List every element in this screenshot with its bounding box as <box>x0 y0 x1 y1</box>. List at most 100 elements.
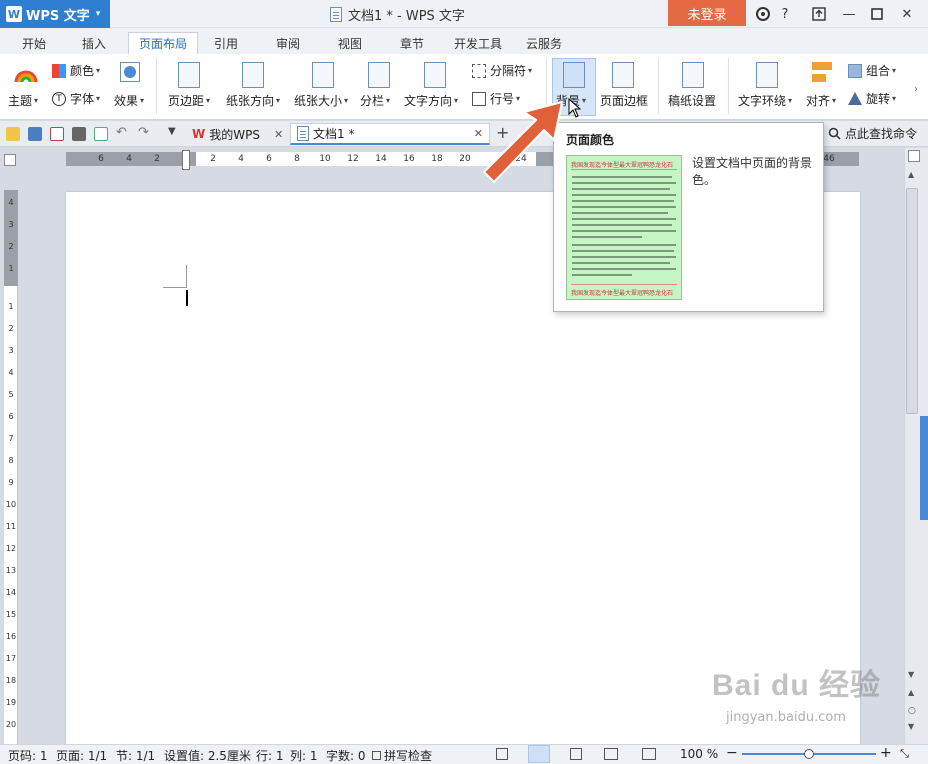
tab-view[interactable]: 视图 <box>328 32 372 54</box>
scroll-down-icon[interactable]: ▼ <box>908 670 914 679</box>
save-icon[interactable] <box>28 127 42 141</box>
qab-dropdown-icon[interactable]: ▼ <box>168 126 176 137</box>
align-button[interactable]: 对齐 ▾ <box>806 92 836 109</box>
tab-page-layout[interactable]: 页面布局 <box>128 32 199 54</box>
tab-stop-selector[interactable] <box>4 154 16 166</box>
close-button[interactable]: ✕ <box>896 3 918 25</box>
page-view-icon[interactable] <box>528 745 550 763</box>
text-wrap-button[interactable]: 文字环绕 ▾ <box>738 92 792 109</box>
ruler-tick: 20 <box>459 154 471 164</box>
fit-window-icon[interactable]: ⤡ <box>900 747 909 761</box>
group-button[interactable]: 组合 ▾ <box>848 62 896 79</box>
maximize-icon[interactable] <box>866 3 888 25</box>
spell-check-label: 拼写检查 <box>384 749 433 763</box>
ruler-tick: 16 <box>403 154 415 164</box>
upload-icon[interactable] <box>808 3 830 25</box>
font-button[interactable]: T 字体 ▾ <box>52 90 100 107</box>
document-icon <box>297 126 309 141</box>
tab-home[interactable]: 开始 <box>12 32 56 54</box>
ruler-tick: 18 <box>431 154 443 164</box>
status-bar: 页码: 1 页面: 1/1 节: 1/1 设置值: 2.5厘米 行: 1 列: … <box>0 744 928 764</box>
indent-marker[interactable] <box>182 150 190 170</box>
zoom-out-icon[interactable]: − <box>726 745 738 761</box>
theme-button[interactable]: 主题 ▾ <box>8 92 38 109</box>
orientation-button[interactable]: 纸张方向 ▾ <box>226 92 280 109</box>
status-words[interactable]: 字数: 0 <box>326 747 366 764</box>
scroll-up-icon[interactable]: ▲ <box>908 170 914 179</box>
tab-cloud[interactable]: 云服务 <box>516 32 572 54</box>
scrollbar-thumb[interactable] <box>906 188 918 414</box>
close-tab-icon[interactable]: ✕ <box>274 128 283 141</box>
status-col: 列: 1 <box>290 749 318 763</box>
orientation-label: 纸张方向 <box>226 94 275 108</box>
fullscreen-icon[interactable] <box>496 748 508 760</box>
ruler-tick: 12 <box>347 154 359 164</box>
text-wrap-label: 文字环绕 <box>738 94 787 108</box>
page-break-icon <box>472 63 486 78</box>
side-panel-toggle[interactable] <box>920 416 928 520</box>
browse-object-icon[interactable]: ○ <box>908 706 916 716</box>
separator-button[interactable]: 分隔符 ▾ <box>472 62 532 79</box>
group-label: 组合 <box>866 64 891 78</box>
text-direction-button[interactable]: 文字方向 ▾ <box>404 92 458 109</box>
checkbox-icon <box>372 751 381 760</box>
columns-button[interactable]: 分栏 ▾ <box>360 92 390 109</box>
margin-corner-mark <box>163 287 187 288</box>
ruler-tick: 4 <box>8 198 14 207</box>
print-preview-icon[interactable] <box>94 127 108 141</box>
reading-view-icon[interactable] <box>642 748 656 760</box>
ribbon-tabs: 开始 插入 页面布局 引用 审阅 视图 章节 开发工具 云服务 <box>0 28 928 54</box>
web-view-icon[interactable] <box>604 748 618 760</box>
status-row: 行: 1 <box>256 749 284 763</box>
zoom-in-icon[interactable]: + <box>880 745 892 761</box>
outline-view-icon[interactable] <box>570 748 582 760</box>
zoom-slider-handle[interactable] <box>804 749 814 759</box>
margins-button[interactable]: 页边距 ▾ <box>168 92 210 109</box>
paper-settings-button[interactable]: 稿纸设置 <box>668 92 716 109</box>
tab-chapter[interactable]: 章节 <box>390 32 434 54</box>
minimize-button[interactable]: — <box>838 3 860 25</box>
ruler-tick: 8 <box>294 154 300 164</box>
tab-review[interactable]: 审阅 <box>266 32 310 54</box>
login-button[interactable]: 未登录 <box>668 0 746 26</box>
text-wrap-icon <box>756 62 778 88</box>
skin-icon[interactable] <box>752 3 774 25</box>
redo-icon[interactable]: ↷ <box>138 125 149 140</box>
ribbon-scroll-right-icon[interactable]: › <box>914 84 918 95</box>
zoom-slider[interactable] <box>742 749 876 759</box>
align-label: 对齐 <box>806 94 831 108</box>
font-label: 字体 <box>70 92 95 106</box>
ruler-tick: 17 <box>5 654 17 663</box>
doc-tab-mywps[interactable]: W 我的WPS ✕ <box>186 123 289 145</box>
next-page-icon[interactable]: ▼ <box>908 722 914 731</box>
command-search[interactable]: 点此查找命令 <box>828 125 917 142</box>
previous-page-icon[interactable]: ▲ <box>908 688 914 697</box>
view-toggle-icon[interactable] <box>908 150 920 162</box>
page-border-button[interactable]: 页面边框 <box>600 92 648 109</box>
font-icon: T <box>52 91 66 106</box>
export-pdf-icon[interactable] <box>50 127 64 141</box>
tab-developer[interactable]: 开发工具 <box>444 32 512 54</box>
tab-references[interactable]: 引用 <box>204 32 248 54</box>
ruler-tick: 2 <box>8 242 14 251</box>
paper-size-button[interactable]: 纸张大小 ▾ <box>294 92 348 109</box>
ruler-tick: 18 <box>5 676 17 685</box>
ruler-tick: 13 <box>5 566 17 575</box>
color-button[interactable]: 颜色 ▾ <box>52 62 100 79</box>
app-menu-button[interactable]: W WPS 文字 ▾ <box>0 0 110 28</box>
open-folder-icon[interactable] <box>6 127 20 141</box>
doc-tab-doc1[interactable]: 文档1 * ✕ <box>290 123 490 145</box>
separator-label: 分隔符 <box>490 64 527 78</box>
tab-insert[interactable]: 插入 <box>72 32 116 54</box>
rotate-button[interactable]: 旋转 ▾ <box>848 90 896 107</box>
theme-label: 主题 <box>8 94 33 108</box>
effect-button[interactable]: 效果 ▾ <box>114 92 144 109</box>
help-button[interactable]: ? <box>774 3 796 25</box>
zoom-level[interactable]: 100 % <box>680 747 718 761</box>
status-setting[interactable]: 设置值: 2.5厘米 <box>164 747 251 764</box>
ruler-tick: 10 <box>5 500 17 509</box>
print-icon[interactable] <box>72 127 86 141</box>
spell-check-toggle[interactable]: 拼写检查 <box>372 747 432 764</box>
undo-icon[interactable]: ↶ <box>116 125 127 140</box>
paper-settings-label: 稿纸设置 <box>668 94 717 108</box>
